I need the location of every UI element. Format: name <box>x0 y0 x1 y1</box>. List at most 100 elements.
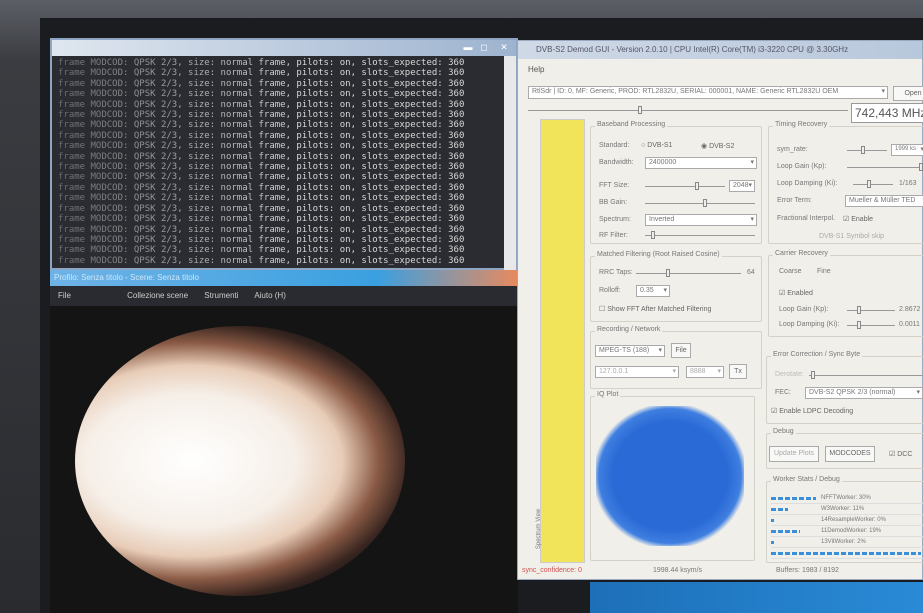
terminal-line: frame MODCOD: QPSK 2/3, size: normal fra… <box>58 78 465 89</box>
carrier-loop-gain-value: 2.8672 <box>899 306 921 313</box>
device-select[interactable]: RtlSdr | ID: 0, MF: Generic, PROD: RTL28… <box>528 86 888 99</box>
modcodes-button[interactable]: MODCODES <box>825 446 875 462</box>
sync-confidence: sync_confidence: 0 <box>522 567 582 574</box>
terminal-line: frame MODCOD: QPSK 2/3, size: normal fra… <box>58 234 465 245</box>
error-term-label: Error Term: <box>777 197 812 204</box>
frac-interp-label: Fractional Interpol. <box>777 215 835 222</box>
terminal-line: frame MODCOD: QPSK 2/3, size: normal fra… <box>58 224 465 235</box>
fine-tab[interactable]: Fine <box>817 268 831 275</box>
worker-stats-group: Worker Stats / Debug NFFTWorker: 30% W3Wo… <box>766 476 923 563</box>
worker-row: 13VitWorker: 2% <box>771 538 923 548</box>
terminal-titlebar: ▬ ◻ ✕ <box>52 40 516 56</box>
worker-label: NFFTWorker: 30% <box>821 495 871 501</box>
format-select[interactable]: MPEG-TS (188) <box>595 345 665 357</box>
frequency-display[interactable]: 742,443 MHz <box>851 103 923 123</box>
standard-label: Standard: <box>599 142 630 149</box>
baseband-group: Baseband Processing Standard: ○ DVB-S1 ◉… <box>590 121 762 244</box>
frac-interp-checkbox[interactable]: ☑ Enable <box>843 215 873 223</box>
loop-damping-value: 1/163 <box>899 180 917 187</box>
menu-file[interactable]: File <box>58 291 71 300</box>
menu-tools[interactable]: Strumenti <box>204 291 238 300</box>
carrier-loop-damping-slider[interactable] <box>847 321 895 329</box>
radio-dvb-s2[interactable]: ◉ DVB-S2 <box>701 142 734 150</box>
terminal-line: frame MODCOD: QPSK 2/3, size: normal fra… <box>58 193 465 204</box>
file-button[interactable]: File <box>671 343 691 358</box>
rrc-taps-label: RRC Taps: <box>599 269 633 276</box>
ldpc-checkbox[interactable]: ☑ Enable LDPC Decoding <box>771 407 853 415</box>
error-correction-group: Error Correction / Sync Byte Derotate: F… <box>766 351 923 424</box>
dcc-checkbox[interactable]: ☑ DCC <box>889 450 912 458</box>
worker-load-bar <box>771 497 816 500</box>
close-icon[interactable]: ✕ <box>498 42 510 52</box>
symbol-skip-button[interactable]: DVB-S1 Symbol skip <box>819 233 884 240</box>
radio-dvb-s1[interactable]: ○ DVB-S1 <box>641 142 672 149</box>
dvb-titlebar: DVB-S2 Demod GUI - Version 2.0.10 | CPU … <box>518 41 922 59</box>
worker-load-bar <box>771 530 800 533</box>
carrier-loop-gain-slider[interactable] <box>847 306 895 314</box>
group-title: Recording / Network <box>595 326 663 333</box>
bb-gain-slider[interactable] <box>645 199 755 207</box>
rrc-taps-slider[interactable] <box>636 269 741 277</box>
menu-help[interactable]: Help <box>528 65 544 74</box>
menu-scene-collection[interactable]: Collezione scene <box>127 291 188 300</box>
fec-select[interactable]: DVB-S2 QPSK 2/3 (normal) <box>805 387 923 399</box>
group-title: Debug <box>771 428 796 435</box>
terminal-window: ▬ ◻ ✕ frame MODCOD: QPSK 2/3, size: norm… <box>50 38 518 270</box>
menu-help[interactable]: Aiuto (H) <box>254 291 286 300</box>
obs-window: Profilo: Senza titolo - Scene: Senza tit… <box>50 270 518 613</box>
rolloff-label: Rolloff: <box>599 287 621 294</box>
maximize-icon[interactable]: ◻ <box>478 42 490 52</box>
rolloff-select[interactable]: 0.35 <box>636 285 670 297</box>
terminal-line: frame MODCOD: QPSK 2/3, size: normal fra… <box>58 151 465 162</box>
spectrum-label: Spectrum: <box>599 216 631 223</box>
terminal-line: frame MODCOD: QPSK 2/3, size: normal fra… <box>58 130 465 141</box>
show-fft-checkbox[interactable]: ☐ Show FFT After Matched Filtering <box>599 305 711 313</box>
recording-group: Recording / Network MPEG-TS (188) File 1… <box>590 326 762 389</box>
loop-damping-label: Loop Damping (Ki): <box>777 180 838 187</box>
group-title: Baseband Processing <box>595 121 668 128</box>
loop-gain-label: Loop Gain (Kp): <box>777 163 827 170</box>
fft-value[interactable]: 2048 <box>729 180 755 192</box>
rf-filter-slider[interactable] <box>645 231 755 239</box>
derotate-slider[interactable] <box>809 371 923 379</box>
open-device-button[interactable]: Open Device <box>893 86 923 111</box>
coarse-tab[interactable]: Coarse <box>779 268 802 275</box>
update-plots-button[interactable]: Update Plots <box>769 446 819 462</box>
ip-input[interactable]: 127.0.0.1 <box>595 366 679 378</box>
error-term-select[interactable]: Mueller & Müller TED <box>845 195 923 207</box>
terminal-line: frame MODCOD: QPSK 2/3, size: normal fra… <box>58 172 465 183</box>
spectrum-select[interactable]: Inverted <box>645 214 757 226</box>
sym-rate-value[interactable]: 1999 ks <box>891 144 923 156</box>
group-title: IQ Plot <box>595 391 621 398</box>
desktop-background <box>590 582 923 613</box>
minimize-icon[interactable]: ▬ <box>462 42 474 52</box>
tx-button[interactable]: Tx <box>729 364 747 379</box>
carrier-enabled-checkbox[interactable]: ☑ Enabled <box>779 289 813 297</box>
terminal-line: frame MODCOD: QPSK 2/3, size: normal fra… <box>58 141 465 152</box>
port-input[interactable]: 8888 <box>686 366 724 378</box>
rf-filter-label: RF Filter: <box>599 232 628 239</box>
terminal-line: frame MODCOD: QPSK 2/3, size: normal fra… <box>58 182 465 193</box>
terminal-line: frame MODCOD: QPSK 2/3, size: normal fra… <box>58 245 465 256</box>
frequency-slider[interactable] <box>528 106 848 114</box>
fft-slider[interactable] <box>645 182 725 190</box>
timing-group: Timing Recovery sym_rate: 1999 ks Loop G… <box>768 121 923 244</box>
carrier-group: Carrier Recovery Coarse Fine ☑ Enabled L… <box>768 250 923 337</box>
worker-label: 14ResampleWorker: 0% <box>821 517 886 523</box>
obs-titlebar: Profilo: Senza titolo - Scene: Senza tit… <box>50 270 518 286</box>
sym-rate-slider[interactable] <box>847 146 887 154</box>
obs-menubar: File Collezione scene Strumenti Aiuto (H… <box>50 286 518 306</box>
spectrum-view-label: Spectrum View <box>536 508 543 550</box>
buffers-status: Buffers: 1983 / 8192 <box>776 567 839 574</box>
bandwidth-select[interactable]: 2400000 <box>645 157 757 169</box>
worker-row: W3Worker: 11% <box>771 505 923 515</box>
terminal-scrollbar[interactable] <box>504 56 516 270</box>
loop-gain-slider[interactable] <box>847 163 923 171</box>
terminal-line: frame MODCOD: QPSK 2/3, size: normal fra… <box>58 214 465 225</box>
worker-load-bar <box>771 541 774 544</box>
sym-rate-label: sym_rate: <box>777 146 808 153</box>
group-title: Worker Stats / Debug <box>771 476 842 483</box>
loop-damping-slider[interactable] <box>853 180 893 188</box>
matched-filter-group: Matched Filtering (Root Raised Cosine) R… <box>590 251 762 322</box>
iq-constellation <box>596 406 744 546</box>
